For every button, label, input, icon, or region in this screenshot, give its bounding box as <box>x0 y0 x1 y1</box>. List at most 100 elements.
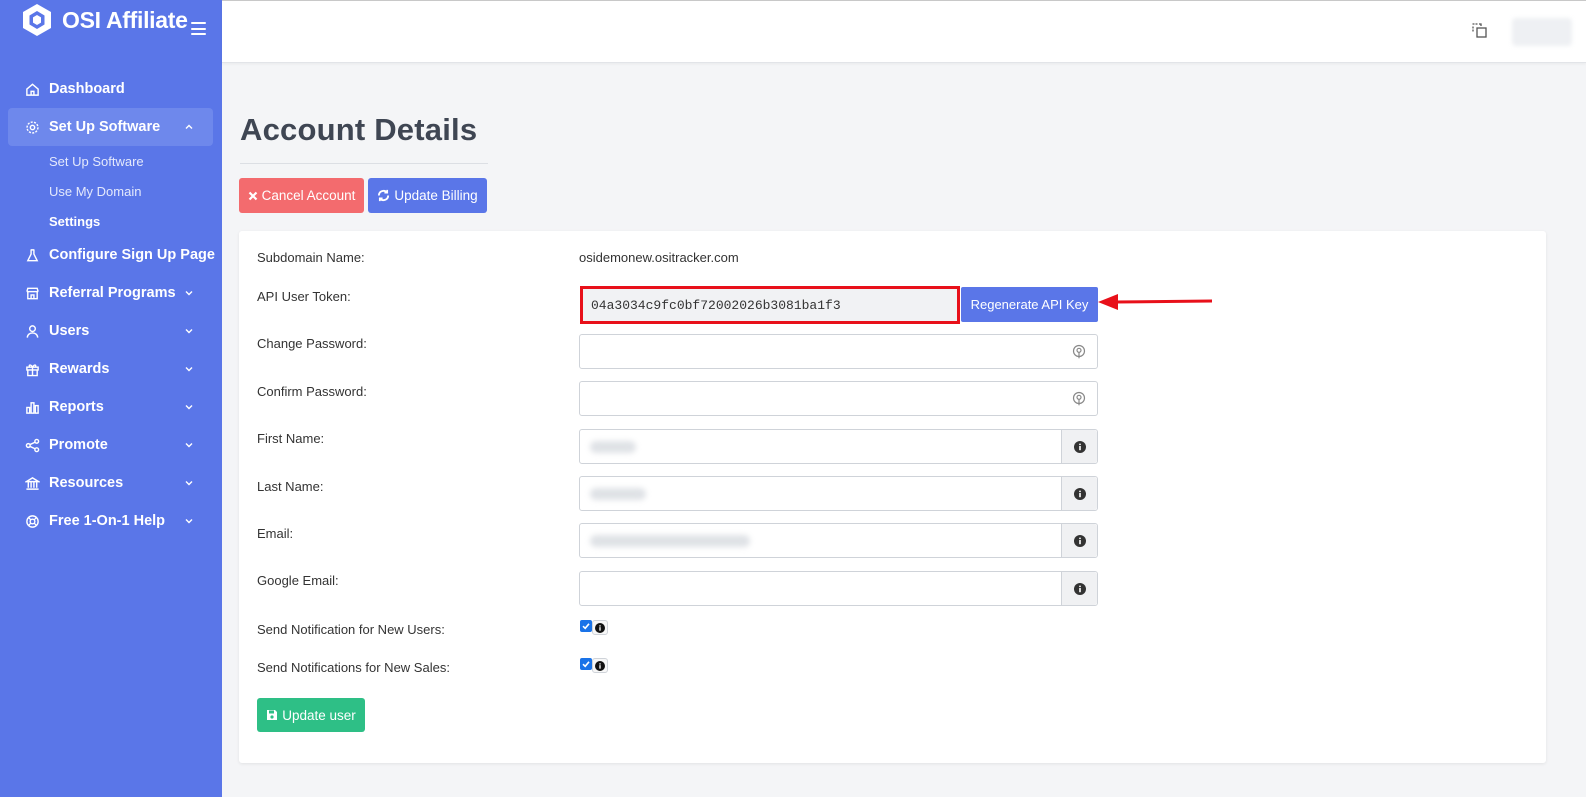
sidebar-item-resources[interactable]: Resources <box>0 464 222 502</box>
osi-logo-icon <box>23 4 51 36</box>
chevron-down-icon <box>185 329 193 334</box>
bar-chart-icon <box>24 399 40 415</box>
email-label: Email: <box>257 526 294 541</box>
fullscreen-icon[interactable] <box>1470 21 1490 41</box>
google-email-field <box>579 571 1098 606</box>
refresh-icon <box>378 189 390 202</box>
notify-new-users-checkbox[interactable] <box>580 620 592 632</box>
sidebar-subnav: Set Up Software Use My Domain Settings <box>0 146 222 236</box>
menu-toggle-icon[interactable] <box>191 22 206 35</box>
sidebar-subitem-set-up-software[interactable]: Set Up Software <box>0 146 222 176</box>
home-icon <box>24 81 40 97</box>
chevron-up-icon <box>185 124 193 129</box>
regenerate-api-key-button[interactable]: Regenerate API Key <box>961 287 1098 322</box>
checkmark-icon <box>582 661 590 668</box>
update-user-label: Update user <box>282 707 356 723</box>
brand-name: OSI Affiliate <box>62 6 188 33</box>
password-manager-icon[interactable] <box>1072 344 1086 360</box>
user-icon <box>24 323 40 339</box>
last-name-label: Last Name: <box>257 479 324 494</box>
flask-icon <box>24 247 40 263</box>
chevron-down-icon <box>185 291 193 296</box>
sidebar-subitem-use-my-domain[interactable]: Use My Domain <box>0 176 222 206</box>
title-divider <box>240 163 488 164</box>
chevron-down-icon <box>185 481 193 486</box>
sidebar-item-label: Referral Programs <box>49 285 176 301</box>
notify-new-sales-checkbox[interactable] <box>580 658 592 670</box>
gift-icon <box>24 361 40 377</box>
email-field[interactable] <box>579 523 1098 558</box>
notify-new-users-info[interactable] <box>592 620 608 635</box>
page-title: Account Details <box>240 112 478 147</box>
update-billing-button[interactable]: Update Billing <box>368 178 487 213</box>
confirm-password-input[interactable] <box>580 382 1097 415</box>
sidebar-item-referral-programs[interactable]: Referral Programs <box>0 274 222 312</box>
google-email-label: Google Email: <box>257 573 339 588</box>
first-name-field[interactable] <box>579 429 1098 464</box>
cancel-account-button[interactable]: Cancel Account <box>239 178 364 213</box>
info-icon <box>1073 487 1086 500</box>
notify-new-users-label: Send Notification for New Users: <box>257 622 445 637</box>
sidebar-item-label: Set Up Software <box>49 119 161 135</box>
info-icon <box>595 622 605 633</box>
google-email-input[interactable] <box>580 572 1063 605</box>
annotation-arrow-icon <box>1098 294 1213 310</box>
sidebar-item-dashboard[interactable]: Dashboard <box>0 70 222 108</box>
sidebar-item-label: Rewards <box>49 361 110 377</box>
last-name-field[interactable] <box>579 476 1098 511</box>
api-token-label: API User Token: <box>257 289 351 304</box>
sidebar-item-configure-sign-up-page[interactable]: Configure Sign Up Page <box>0 236 222 274</box>
info-icon <box>595 660 605 671</box>
info-icon <box>1073 440 1086 453</box>
confirm-password-label: Confirm Password: <box>257 384 367 399</box>
change-password-field <box>579 334 1098 369</box>
change-password-input[interactable] <box>580 335 1097 368</box>
update-user-button[interactable]: Update user <box>257 698 365 732</box>
topbar-divider <box>222 0 1586 1</box>
first-name-label: First Name: <box>257 431 325 446</box>
email-info-addon[interactable] <box>1061 524 1097 557</box>
info-icon <box>1073 534 1086 547</box>
google-email-info-addon[interactable] <box>1061 572 1097 605</box>
save-icon <box>267 710 278 720</box>
sidebar: OSI Affiliate Dashboard Set Up Software … <box>0 0 222 797</box>
topbar <box>222 0 1586 63</box>
subdomain-value: osidemonew.ositracker.com <box>579 250 739 265</box>
sidebar-item-reports[interactable]: Reports <box>0 388 222 426</box>
sidebar-item-label: Promote <box>49 437 108 453</box>
sidebar-item-promote[interactable]: Promote <box>0 426 222 464</box>
update-billing-label: Update Billing <box>394 188 478 203</box>
sidebar-item-free-help[interactable]: Free 1-On-1 Help <box>0 502 222 540</box>
lifebuoy-icon <box>24 513 40 529</box>
password-manager-icon[interactable] <box>1072 391 1086 407</box>
first-name-info-addon[interactable] <box>1061 430 1097 463</box>
info-icon <box>1073 582 1086 595</box>
notify-new-sales-info[interactable] <box>592 658 608 673</box>
notify-new-sales-label: Send Notifications for New Sales: <box>257 660 450 675</box>
store-icon <box>24 285 40 301</box>
sidebar-item-set-up-software[interactable]: Set Up Software <box>8 108 213 146</box>
close-icon <box>248 191 257 200</box>
last-name-info-addon[interactable] <box>1061 477 1097 510</box>
user-avatar[interactable] <box>1512 18 1572 46</box>
change-password-label: Change Password: <box>257 336 367 351</box>
confirm-password-field <box>579 381 1098 416</box>
bank-icon <box>24 475 40 491</box>
sidebar-item-users[interactable]: Users <box>0 312 222 350</box>
subdomain-label: Subdomain Name: <box>257 250 365 265</box>
gear-icon <box>24 119 40 135</box>
redacted-last-name <box>590 488 646 500</box>
brand[interactable]: OSI Affiliate <box>20 2 188 38</box>
sidebar-item-rewards[interactable]: Rewards <box>0 350 222 388</box>
chevron-down-icon <box>185 443 193 448</box>
api-token-highlight <box>580 286 960 324</box>
sidebar-nav: Dashboard Set Up Software Set Up Softwar… <box>0 70 222 540</box>
chevron-down-icon <box>185 367 193 372</box>
sidebar-subitem-settings[interactable]: Settings <box>0 206 222 236</box>
checkmark-icon <box>582 623 590 630</box>
redacted-first-name <box>590 441 636 453</box>
sidebar-item-label: Reports <box>49 399 104 415</box>
api-token-input[interactable] <box>583 289 957 321</box>
share-icon <box>24 437 40 453</box>
sidebar-item-label: Configure Sign Up Page <box>49 247 215 263</box>
